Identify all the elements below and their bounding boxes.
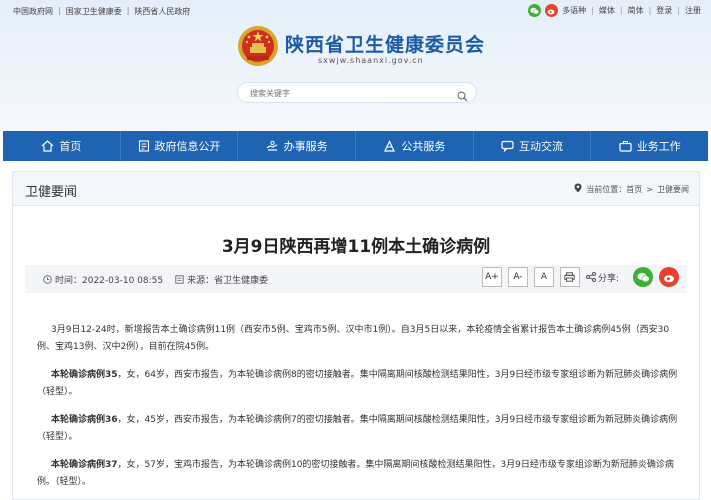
share-wechat-icon[interactable] (633, 267, 653, 287)
breadcrumb-home[interactable]: 首页 (626, 184, 642, 195)
share-icon (585, 272, 596, 282)
publish-time: 时间：2022-03-10 08:55 (55, 276, 164, 286)
link-register[interactable]: 注册 (685, 5, 701, 16)
nav-home[interactable]: 首页 (3, 131, 121, 161)
top-links: 中国政府网 | 国家卫生健康委 | 陕西省人民政府 (13, 6, 191, 17)
top-right-links: 多语种 | 媒体 | 简体 | 登录 | 注册 (528, 4, 701, 17)
link-simplified[interactable]: 简体 (628, 5, 644, 16)
nav-label: 互动交流 (519, 140, 564, 153)
search-input[interactable] (250, 86, 450, 100)
nav-label: 首页 (59, 140, 82, 153)
wechat-icon[interactable] (528, 4, 542, 17)
nav-label: 公共服务 (401, 140, 446, 153)
clock-icon (43, 275, 52, 284)
public-icon (384, 140, 396, 152)
case-label: 本轮确诊病例35 (51, 370, 118, 380)
national-emblem-icon (237, 25, 279, 67)
nav-label: 政府信息公开 (154, 140, 221, 153)
weibo-icon[interactable] (545, 4, 559, 17)
search-icon[interactable] (457, 87, 468, 106)
share-weibo-icon[interactable] (659, 267, 679, 287)
section-header: 卫健要闻 当前位置： 首页 > 卫健要闻 (13, 172, 699, 206)
font-increase-button[interactable]: A+ (481, 267, 502, 287)
paragraph: 本轮确诊病例37，女，57岁，宝鸡市报告，为本轮确诊病例10的密切接触者。集中隔… (37, 460, 674, 487)
link-login[interactable]: 登录 (656, 5, 672, 16)
chat-icon (501, 140, 514, 152)
link-media[interactable]: 媒体 (599, 5, 615, 16)
breadcrumb: 当前位置： 首页 > 卫健要闻 (574, 183, 689, 195)
site-url: sxwjw.shaanxi.gov.cn (318, 56, 424, 65)
nav-gov-info[interactable]: 政府信息公开 (121, 131, 239, 161)
article-source: 来源：省卫生健康委 (187, 276, 269, 286)
briefcase-icon (619, 141, 632, 152)
section-title: 卫健要闻 (25, 185, 78, 200)
article-title: 3月9日陕西再增11例本土确诊病例 (221, 237, 491, 257)
paragraph: 本轮确诊病例36，女，45岁，西安市报告，为本轮确诊病例7的密切接触者。集中隔离… (37, 415, 678, 442)
paragraph: 3月9日12-24时，新增报告本土确诊病例11例（西安市5例、宝鸡市5例、汉中市… (37, 325, 670, 352)
nav-business[interactable]: 业务工作 (591, 131, 708, 161)
info-icon (138, 140, 149, 152)
site-title[interactable]: 陕西省卫生健康委员会 (285, 30, 485, 57)
article-meta-bar: 时间：2022-03-10 08:55 来源：省卫生健康委 A+ A- A 分享… (25, 265, 687, 293)
search-box (237, 82, 477, 103)
main-nav: 首页 政府信息公开 办事服务 公共服务 互动交流 业务工作 (3, 131, 708, 161)
font-reset-button[interactable]: A (533, 267, 554, 287)
link-multilang[interactable]: 多语种 (562, 5, 586, 16)
paragraph: 本轮确诊病例35，女，64岁，西安市报告，为本轮确诊病例8的密切接触者。集中隔离… (37, 370, 678, 397)
header-background (0, 0, 711, 130)
breadcrumb-prefix: 当前位置： (586, 184, 627, 194)
link-shaanxi-gov[interactable]: 陕西省人民政府 (134, 6, 190, 17)
share-label: 分享: (597, 273, 619, 284)
article-body: 3月9日12-24时，新增报告本土确诊病例11例（西安市5例、宝鸡市5例、汉中市… (37, 322, 687, 500)
link-gov[interactable]: 中国政府网 (13, 6, 53, 17)
nav-public[interactable]: 公共服务 (356, 131, 474, 161)
nav-interaction[interactable]: 互动交流 (474, 131, 592, 161)
print-button[interactable] (559, 267, 580, 287)
font-decrease-button[interactable]: A- (507, 267, 528, 287)
nav-label: 办事服务 (283, 140, 328, 153)
nav-services[interactable]: 办事服务 (238, 131, 357, 161)
location-pin-icon (574, 183, 582, 195)
content-panel: 卫健要闻 当前位置： 首页 > 卫健要闻 3月9日陕西再增11例本土确诊病例 时… (12, 171, 700, 500)
case-label: 本轮确诊病例37 (51, 460, 118, 470)
service-icon (266, 140, 277, 151)
breadcrumb-current[interactable]: 卫健要闻 (657, 184, 689, 195)
case-label: 本轮确诊病例36 (51, 415, 118, 425)
print-icon (564, 272, 576, 282)
link-nhc[interactable]: 国家卫生健康委 (66, 6, 122, 17)
source-icon (175, 275, 184, 284)
home-icon (41, 140, 54, 152)
nav-label: 业务工作 (636, 140, 681, 153)
